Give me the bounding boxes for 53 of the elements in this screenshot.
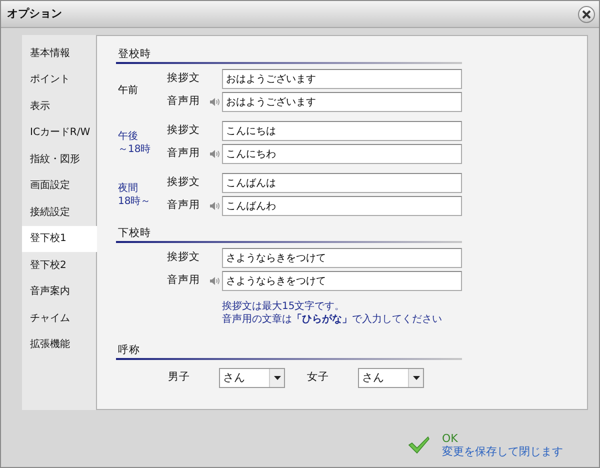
field-label: 男子 [168,370,191,386]
field-label: 音声用 [167,273,201,288]
window-title: オプション [7,6,62,22]
sidebar-item[interactable]: チャイム [22,305,96,332]
text-field[interactable]: さようならきをつけて [222,271,462,291]
field-label: 挨拶文 [167,71,201,86]
sidebar-item[interactable]: 登下校1 [22,226,97,252]
sidebar-item[interactable]: 画面設定 [22,172,96,199]
field-label: 女子 [307,370,330,386]
dropdown[interactable]: さん [219,368,285,388]
speaker-icon [210,276,220,286]
caret-icon [274,376,280,380]
group-label: 午前 [118,84,138,97]
speaker-icon [210,97,220,107]
field-label: 挨拶文 [167,175,201,190]
field-label: 挨拶文 [167,123,201,138]
field-label: 音声用 [167,146,201,162]
check-icon [408,436,430,454]
group-label: ～18時 [118,142,151,156]
caret-icon [412,376,420,380]
text-field[interactable]: さようならきをつけて [222,248,462,268]
sidebar-item[interactable]: ICカードR/W [22,120,96,146]
field-label: 音声用 [167,94,201,110]
hint-text: 挨拶文は最大15文字です。 [222,300,346,313]
sidebar-item[interactable]: 登下校2 [22,252,96,278]
sidebar-item[interactable]: 接続設定 [22,199,96,226]
sidebar-item[interactable]: 拡張機能 [22,332,96,358]
group-label: 午後 [118,130,138,142]
sidebar-item[interactable]: ポイント [22,66,96,93]
text-field[interactable]: こんにちは [222,121,462,141]
section-heading: 下校時 [117,226,152,241]
dropdown[interactable]: さん [358,368,424,388]
text-field[interactable]: おはようございます [222,92,462,112]
speaker-icon [210,201,220,211]
close-icon [582,10,591,18]
ok-button[interactable]: OK 変更を保存して閉じます [408,422,563,467]
hint-text: 音声用の文章は「ひらがな」で入力してください [222,313,443,326]
text-field[interactable]: こんばんわ [222,196,462,216]
section-heading: 登校時 [117,47,152,62]
field-label: 挨拶文 [167,250,201,266]
sidebar-item[interactable]: 音声案内 [22,278,96,305]
group-label: 夜間 [118,182,138,194]
text-field[interactable]: こんにちわ [222,144,462,164]
sidebar-item[interactable]: 表示 [22,93,96,120]
close-button[interactable] [578,6,595,22]
text-field[interactable]: おはようございます [222,69,462,89]
sidebar-item[interactable]: 指紋・図形 [22,146,96,172]
group-label: 18時～ [118,194,151,208]
text-field[interactable]: こんばんは [222,173,462,193]
speaker-icon [210,149,220,159]
section-heading: 呼称 [117,343,141,358]
field-label: 音声用 [167,198,201,214]
sidebar-item[interactable]: 基本情報 [22,40,96,66]
